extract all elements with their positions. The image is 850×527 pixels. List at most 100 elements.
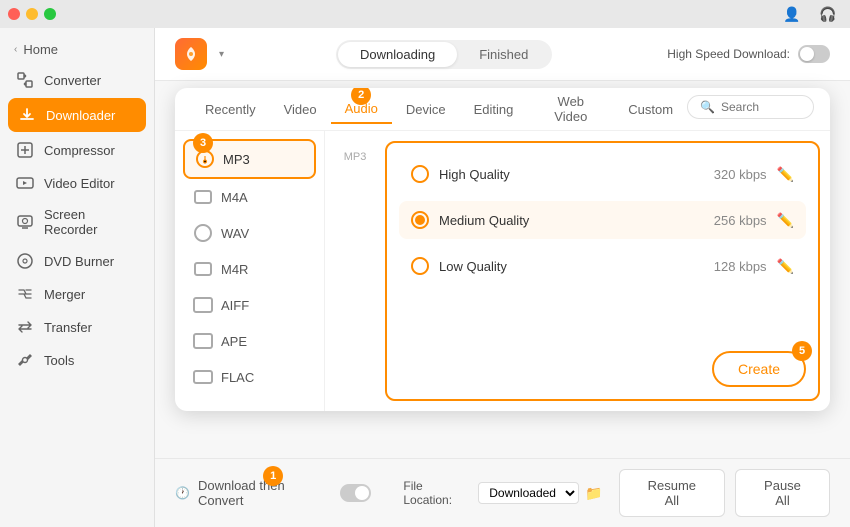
format-label-flac: FLAC <box>221 370 254 385</box>
minimize-button[interactable] <box>26 8 38 20</box>
tab-custom[interactable]: Custom <box>614 96 687 123</box>
folder-icon[interactable]: 📁 <box>585 485 602 502</box>
quality-label-medium: Medium Quality <box>439 213 704 228</box>
quality-bitrate-medium: 256 kbps <box>714 213 767 228</box>
merger-icon <box>16 285 34 303</box>
sidebar-item-merger[interactable]: Merger <box>8 278 146 310</box>
downloader-icon <box>18 106 36 124</box>
high-speed-download: High Speed Download: <box>667 45 830 63</box>
quality-label-high: High Quality <box>439 167 704 182</box>
sidebar-item-tools[interactable]: Tools <box>8 344 146 376</box>
format-search[interactable]: 🔍 <box>687 95 814 119</box>
format-item-m4r[interactable]: M4R <box>183 251 316 287</box>
quality-edit-low-icon[interactable]: ✏️ <box>777 258 794 275</box>
tab-web-video[interactable]: Web Video <box>527 88 614 130</box>
help-icon[interactable]: 🎧 <box>814 0 842 28</box>
create-button[interactable]: Create <box>712 351 806 387</box>
format-item-wav[interactable]: WAV <box>183 215 316 251</box>
wav-icon <box>193 223 213 243</box>
tab-video[interactable]: Video <box>270 96 331 123</box>
main-content: ▾ Downloading Finished High Speed Downlo… <box>155 28 850 527</box>
m4a-icon <box>193 187 213 207</box>
sidebar-label-merger: Merger <box>44 287 85 302</box>
window-controls[interactable] <box>8 8 56 20</box>
app-body: ‹ Home Converter Downloader Compressor <box>0 28 850 527</box>
tab-recently[interactable]: Recently <box>191 96 270 123</box>
format-item-m4a[interactable]: M4A <box>183 179 316 215</box>
bottom-bar: 1 🕐 Download then Convert File Location:… <box>155 458 850 527</box>
logo-dropdown-icon[interactable]: ▾ <box>219 49 224 60</box>
file-location-group: File Location: Downloaded 📁 <box>403 479 602 507</box>
format-label-ape: APE <box>221 334 247 349</box>
maximize-button[interactable] <box>44 8 56 20</box>
format-label-wav: WAV <box>221 226 249 241</box>
search-input[interactable] <box>721 100 801 114</box>
quality-radio-high[interactable] <box>411 165 429 183</box>
format-item-mp3[interactable]: 3 MP3 <box>183 139 316 179</box>
flac-icon <box>193 367 213 387</box>
download-convert-toggle[interactable] <box>340 484 372 502</box>
quality-bitrate-low: 128 kbps <box>714 259 767 274</box>
format-item-aiff[interactable]: AIFF <box>183 287 316 323</box>
tab-downloading[interactable]: Downloading <box>338 42 457 67</box>
quality-item-high[interactable]: High Quality 320 kbps ✏️ <box>399 155 806 193</box>
format-type-label: MP3 <box>325 131 385 411</box>
title-bar-right: 👤 🎧 <box>778 0 842 28</box>
file-location-label: File Location: <box>403 479 472 507</box>
m4r-icon <box>193 259 213 279</box>
quality-radio-medium[interactable] <box>411 211 429 229</box>
download-convert-wrap: 1 🕐 Download then Convert <box>175 478 371 508</box>
sidebar-label-converter: Converter <box>44 73 101 88</box>
download-tab-group: Downloading Finished <box>336 40 552 69</box>
close-button[interactable] <box>8 8 20 20</box>
compressor-icon <box>16 141 34 159</box>
sidebar-home[interactable]: ‹ Home <box>0 36 154 63</box>
quality-edit-medium-icon[interactable]: ✏️ <box>777 212 794 229</box>
quality-bitrate-high: 320 kbps <box>714 167 767 182</box>
format-list: 3 MP3 M4A <box>175 131 325 411</box>
chevron-left-icon: ‹ <box>14 44 17 55</box>
home-label: Home <box>23 42 58 57</box>
sidebar-item-transfer[interactable]: Transfer <box>8 311 146 343</box>
resume-all-button[interactable]: Resume All <box>619 469 725 517</box>
sidebar-item-downloader[interactable]: Downloader <box>8 98 146 132</box>
badge-3: 3 <box>193 133 213 153</box>
user-icon[interactable]: 👤 <box>778 0 806 28</box>
tab-device[interactable]: Device <box>392 96 460 123</box>
tab-editing[interactable]: Editing <box>460 96 528 123</box>
sidebar-label-video-editor: Video Editor <box>44 176 115 191</box>
badge-1: 1 <box>263 466 283 486</box>
format-item-flac[interactable]: FLAC <box>183 359 316 395</box>
converter-icon <box>16 71 34 89</box>
quality-label-low: Low Quality <box>439 259 704 274</box>
aiff-icon <box>193 295 213 315</box>
sidebar-item-screen-recorder[interactable]: Screen Recorder <box>8 200 146 244</box>
tab-finished[interactable]: Finished <box>457 42 550 67</box>
pause-all-button[interactable]: Pause All <box>735 469 830 517</box>
high-speed-toggle[interactable] <box>798 45 830 63</box>
format-item-ape[interactable]: APE <box>183 323 316 359</box>
clock-icon: 🕐 <box>175 486 190 500</box>
quality-panel: High Quality 320 kbps ✏️ Medium Quality … <box>385 141 820 401</box>
sidebar-item-video-editor[interactable]: Video Editor <box>8 167 146 199</box>
title-bar: 👤 🎧 <box>0 0 850 28</box>
ape-icon <box>193 331 213 351</box>
screen-recorder-icon <box>16 213 34 231</box>
app-logo <box>175 38 207 70</box>
tools-icon <box>16 351 34 369</box>
sidebar-item-dvd-burner[interactable]: DVD Burner <box>8 245 146 277</box>
sidebar-label-dvd-burner: DVD Burner <box>44 254 114 269</box>
quality-item-low[interactable]: Low Quality 128 kbps ✏️ <box>399 247 806 285</box>
sidebar: ‹ Home Converter Downloader Compressor <box>0 28 155 527</box>
format-label-aiff: AIFF <box>221 298 249 313</box>
top-bar: ▾ Downloading Finished High Speed Downlo… <box>155 28 850 81</box>
search-icon: 🔍 <box>700 100 715 114</box>
quality-item-medium[interactable]: Medium Quality 256 kbps ✏️ <box>399 201 806 239</box>
format-overlay: Recently Video Audio 2 Device Editing We… <box>175 88 830 411</box>
quality-radio-low[interactable] <box>411 257 429 275</box>
format-tabs-row: Recently Video Audio 2 Device Editing We… <box>175 88 830 131</box>
quality-edit-high-icon[interactable]: ✏️ <box>777 166 794 183</box>
sidebar-item-compressor[interactable]: Compressor <box>8 134 146 166</box>
sidebar-item-converter[interactable]: Converter <box>8 64 146 96</box>
file-location-select[interactable]: Downloaded <box>478 482 579 504</box>
